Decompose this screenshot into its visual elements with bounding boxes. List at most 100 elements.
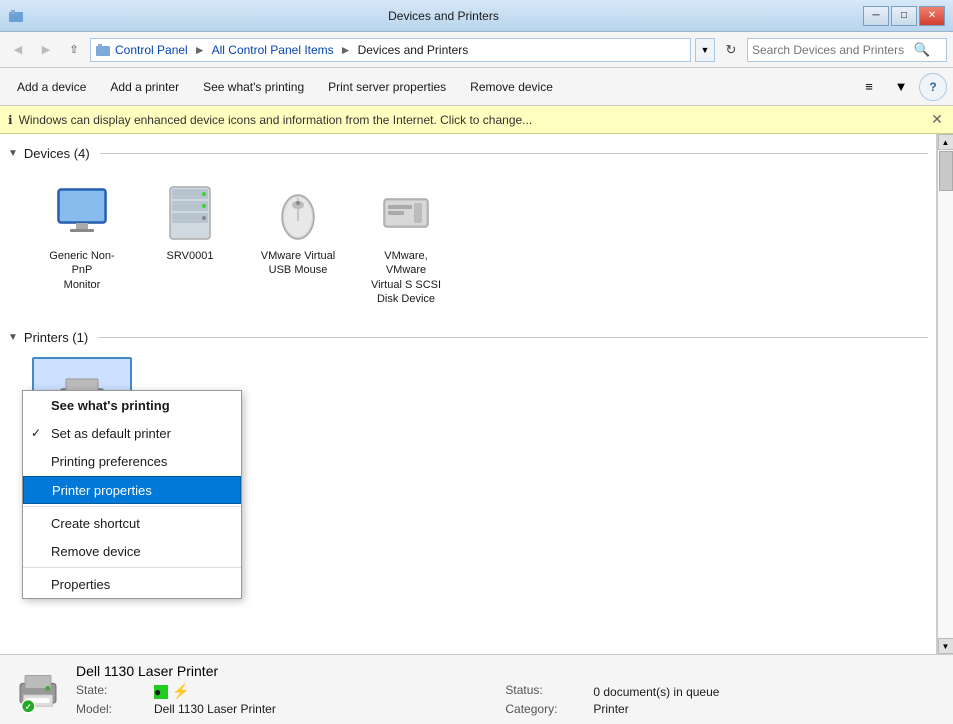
breadcrumb-sep-1: ► <box>194 43 206 57</box>
address-bar: ◀ ▶ ⇧ Control Panel ► All Control Panel … <box>0 32 953 68</box>
context-menu-separator-1 <box>23 506 241 507</box>
devices-grid: Generic Non-PnPMonitor SRV0001 <box>8 169 928 326</box>
devices-section-header[interactable]: ▼ Devices (4) <box>8 142 928 165</box>
state-green-dot: ● <box>154 685 168 699</box>
see-printing-menu-label: See what's printing <box>51 398 170 413</box>
category-label: Category: <box>505 702 585 716</box>
device-item-server[interactable]: SRV0001 <box>140 173 240 271</box>
server-icon <box>158 181 222 245</box>
svg-text:✓: ✓ <box>25 702 32 711</box>
breadcrumb: Control Panel ► All Control Panel Items … <box>90 38 691 62</box>
back-button[interactable]: ◀ <box>6 38 30 62</box>
mouse-label: VMware VirtualUSB Mouse <box>261 249 335 278</box>
forward-button[interactable]: ▶ <box>34 38 58 62</box>
search-box: 🔍 <box>747 38 947 62</box>
context-menu-item-set-default[interactable]: ✓ Set as default printer <box>23 419 241 447</box>
add-device-label: Add a device <box>17 80 86 94</box>
toolbar: Add a device Add a printer See what's pr… <box>0 68 953 106</box>
content-area: ▼ Devices (4) Generic Non-PnPMonitor <box>0 134 937 654</box>
status-details: Dell 1130 Laser Printer State: ● ⚡ Statu… <box>76 663 941 716</box>
devices-collapse-icon: ▼ <box>8 148 18 159</box>
add-printer-button[interactable]: Add a printer <box>99 72 190 102</box>
create-shortcut-menu-label: Create shortcut <box>51 516 140 531</box>
printers-section-label: Printers (1) <box>24 330 88 345</box>
print-server-label: Print server properties <box>328 80 446 94</box>
devices-section-line <box>100 153 928 154</box>
device-item-mouse[interactable]: VMware VirtualUSB Mouse <box>248 173 348 286</box>
context-menu-item-printer-props[interactable]: Printer properties <box>23 476 241 504</box>
status-printer-name: Dell 1130 Laser Printer <box>76 663 941 679</box>
address-dropdown[interactable]: ▼ <box>695 38 715 62</box>
window-title: Devices and Printers <box>24 9 863 23</box>
context-menu: See what's printing ✓ Set as default pri… <box>22 390 242 599</box>
printers-section-line <box>98 337 928 338</box>
see-whats-printing-button[interactable]: See what's printing <box>192 72 315 102</box>
printer-props-menu-label: Printer properties <box>52 483 152 498</box>
monitor-icon <box>50 181 114 245</box>
printing-prefs-menu-label: Printing preferences <box>51 454 167 469</box>
window-icon <box>8 8 24 24</box>
search-button[interactable]: 🔍 <box>912 40 932 60</box>
context-menu-item-printing-prefs[interactable]: Printing preferences <box>23 447 241 475</box>
scroll-track[interactable] <box>938 150 953 638</box>
info-icon: ℹ <box>8 113 13 127</box>
scroll-down-button[interactable]: ▼ <box>938 638 953 654</box>
model-value: Dell 1130 Laser Printer <box>154 702 497 716</box>
status-bar: ✓ Dell 1130 Laser Printer State: ● ⚡ Sta… <box>0 654 953 724</box>
scroll-up-button[interactable]: ▲ <box>938 134 953 150</box>
close-button[interactable]: ✕ <box>919 6 945 26</box>
state-label: State: <box>76 683 146 700</box>
context-menu-item-properties[interactable]: Properties <box>23 570 241 598</box>
check-mark-icon: ✓ <box>31 426 41 440</box>
scroll-thumb[interactable] <box>939 151 953 191</box>
properties-menu-label: Properties <box>51 577 110 592</box>
context-menu-item-remove-device[interactable]: Remove device <box>23 537 241 565</box>
help-button[interactable]: ? <box>919 73 947 101</box>
status-info-grid: State: ● ⚡ Status: 0 document(s) in queu… <box>76 683 941 716</box>
remove-device-label: Remove device <box>470 80 553 94</box>
remove-device-button[interactable]: Remove device <box>459 72 564 102</box>
printers-section-header[interactable]: ▼ Printers (1) <box>8 326 928 349</box>
monitor-label: Generic Non-PnPMonitor <box>40 249 124 292</box>
add-device-button[interactable]: Add a device <box>6 72 97 102</box>
remove-device-menu-label: Remove device <box>51 544 141 559</box>
view-options-button[interactable]: ≡ <box>855 73 883 101</box>
state-lightning-icon: ⚡ <box>172 683 189 700</box>
model-label: Model: <box>76 702 146 716</box>
status-printer-icon: ✓ <box>12 664 64 716</box>
up-button[interactable]: ⇧ <box>62 38 86 62</box>
breadcrumb-folder-icon <box>95 42 111 58</box>
maximize-button[interactable]: □ <box>891 6 917 26</box>
info-message[interactable]: Windows can display enhanced device icon… <box>19 113 533 127</box>
info-close-button[interactable]: ✕ <box>929 112 945 128</box>
refresh-button[interactable]: ↻ <box>719 38 743 62</box>
add-printer-label: Add a printer <box>110 80 179 94</box>
status-label: Status: <box>505 683 585 700</box>
see-printing-label: See what's printing <box>203 80 304 94</box>
mouse-icon <box>266 181 330 245</box>
device-item-disk[interactable]: VMware, VMwareVirtual S SCSIDisk Device <box>356 173 456 314</box>
context-menu-item-create-shortcut[interactable]: Create shortcut <box>23 509 241 537</box>
toolbar-right: ≡ ▼ ? <box>855 73 947 101</box>
search-input[interactable] <box>752 43 912 57</box>
print-server-properties-button[interactable]: Print server properties <box>317 72 457 102</box>
title-bar: Devices and Printers ─ □ ✕ <box>0 0 953 32</box>
vertical-scrollbar: ▲ ▼ <box>937 134 953 654</box>
set-default-menu-label: Set as default printer <box>51 426 171 441</box>
view-dropdown-button[interactable]: ▼ <box>887 73 915 101</box>
breadcrumb-item-allcp[interactable]: All Control Panel Items <box>212 43 334 57</box>
disk-icon <box>374 181 438 245</box>
category-value: Printer <box>593 702 941 716</box>
state-value: ● ⚡ <box>154 683 497 700</box>
minimize-button[interactable]: ─ <box>863 6 889 26</box>
breadcrumb-item-cp[interactable]: Control Panel <box>115 43 188 57</box>
status-value: 0 document(s) in queue <box>593 683 941 700</box>
breadcrumb-current: Devices and Printers <box>358 43 469 57</box>
device-item-monitor[interactable]: Generic Non-PnPMonitor <box>32 173 132 300</box>
info-bar: ℹ Windows can display enhanced device ic… <box>0 106 953 134</box>
devices-section-label: Devices (4) <box>24 146 90 161</box>
window-controls: ─ □ ✕ <box>863 6 945 26</box>
context-menu-item-see-printing[interactable]: See what's printing <box>23 391 241 419</box>
printers-collapse-icon: ▼ <box>8 332 18 343</box>
context-menu-separator-2 <box>23 567 241 568</box>
